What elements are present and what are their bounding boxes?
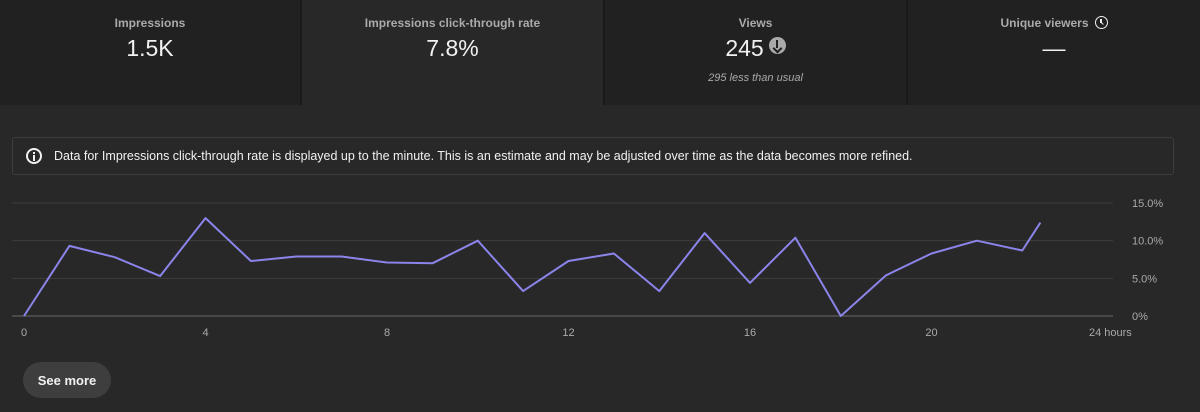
metrics-bar: Impressions 1.5K Impressions click-throu…	[0, 0, 1200, 105]
metric-label: Unique viewers	[1000, 16, 1089, 30]
x-tick-label: 8	[384, 327, 390, 339]
x-tick-label: 16	[744, 327, 756, 339]
x-tick-label: 20	[925, 327, 937, 339]
metric-value-row: 245	[605, 35, 906, 62]
y-tick-label: 15.0%	[1132, 198, 1163, 210]
metric-tile-impressions[interactable]: Impressions 1.5K	[0, 0, 300, 105]
clock-icon[interactable]	[1094, 16, 1108, 29]
metric-tile-unique-viewers[interactable]: Unique viewers —	[906, 0, 1200, 105]
metric-value: 245	[725, 35, 764, 61]
metric-value: —	[1042, 35, 1066, 61]
see-more-button[interactable]: See more	[23, 362, 111, 398]
metric-label: Impressions	[114, 16, 186, 30]
arrow-down-circle-icon	[768, 37, 786, 54]
metric-label-row: Unique viewers	[908, 16, 1200, 30]
x-tick-label: 0	[21, 327, 27, 339]
notice-text: Data for Impressions click-through rate …	[54, 149, 913, 163]
info-icon	[26, 148, 42, 164]
metric-label: Views	[738, 16, 773, 30]
x-tick-label: 12	[562, 327, 574, 339]
metric-tile-views[interactable]: Views 245 295 less than usual	[603, 0, 906, 105]
y-tick-label: 5.0%	[1132, 273, 1157, 285]
metric-value: 1.5K	[126, 35, 174, 61]
metric-tile-ctr[interactable]: Impressions click-through rate 7.8%	[300, 0, 603, 105]
metric-label: Impressions click-through rate	[364, 16, 541, 30]
y-tick-label: 10.0%	[1132, 236, 1163, 248]
ctr-line-chart: 0% 5.0% 10.0% 15.0% 0 4 8 12 16 20 24 hours	[12, 198, 1163, 339]
info-notice: Data for Impressions click-through rate …	[12, 137, 1174, 175]
y-tick-label: 0%	[1132, 311, 1148, 323]
x-tick-label: 4	[202, 327, 208, 339]
metric-value: 7.8%	[426, 35, 479, 61]
metric-comparison: 295 less than usual	[708, 72, 803, 84]
series-line	[23, 217, 1042, 317]
x-axis-end-label: 24 hours	[1089, 327, 1132, 339]
